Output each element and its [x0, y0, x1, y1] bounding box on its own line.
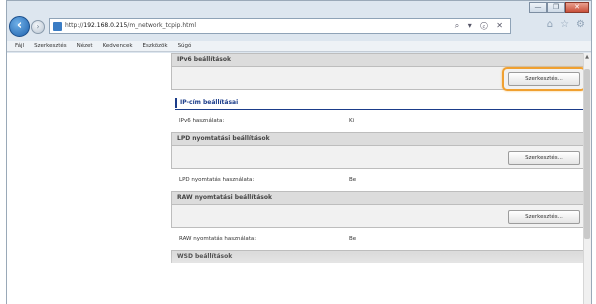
address-bar[interactable]: http://192.168.0.215/m_network_tcpip.htm… [49, 18, 511, 34]
vertical-scrollbar[interactable]: ▲ [583, 53, 591, 304]
lpd-usage-value: Be [349, 177, 357, 183]
raw-button-row: Szerkesztés... [171, 204, 587, 228]
subsection-marker [175, 97, 177, 108]
raw-usage-row: RAW nyomtatás használata: Be [171, 228, 587, 250]
lpd-button-row: Szerkesztés... [171, 145, 587, 169]
ipv6-usage-value: Ki [349, 118, 355, 124]
lpd-section-header: LPD nyomtatási beállítások [171, 132, 587, 145]
home-icon[interactable]: ⌂ [547, 19, 553, 30]
ipv6-button-row: Szerkesztés... [171, 66, 587, 91]
edit-button-highlight [502, 67, 586, 91]
raw-section-header: RAW nyomtatási beállítások [171, 191, 587, 204]
menu-item-help[interactable]: Súgó [178, 41, 192, 51]
forward-arrow-icon[interactable]: › [31, 20, 45, 34]
back-arrow-icon[interactable]: ‹ [9, 16, 30, 37]
maximize-button[interactable]: ❐ [547, 2, 565, 13]
star-icon[interactable]: ☆ [560, 19, 569, 30]
close-window-button[interactable]: ✕ [565, 2, 589, 13]
ip-address-subsection-title: IP-cím beállításai [180, 99, 239, 106]
lpd-edit-button[interactable]: Szerkesztés... [508, 151, 580, 165]
ipv6-usage-row: IPv6 használata: Ki [171, 110, 587, 132]
address-url[interactable]: http://192.168.0.215/m_network_tcpip.htm… [65, 22, 196, 29]
settings-content: IPv6 beállítások Szerkesztés... IP-cím b… [171, 53, 587, 263]
menu-item-edit[interactable]: Szerkesztés [34, 41, 67, 51]
menu-item-file[interactable]: Fájl [15, 41, 24, 51]
raw-usage-label: RAW nyomtatás használata: [179, 236, 257, 242]
site-favicon-icon [53, 22, 62, 31]
url-prefix: http:// [65, 22, 84, 29]
url-path: /m_network_tcpip.html [127, 22, 197, 29]
menu-item-tools[interactable]: Eszközök [143, 41, 168, 51]
wsd-section-header: WSD beállítások [171, 250, 587, 263]
lpd-usage-label: LPD nyomtatás használata: [179, 177, 255, 183]
menu-bar: Fájl Szerkesztés Nézet Kedvencek Eszközö… [7, 41, 591, 52]
address-bar-tools[interactable]: ⌕ ▾ ⓒ ✕ [455, 21, 506, 31]
menu-item-favorites[interactable]: Kedvencek [103, 41, 133, 51]
browser-toolbar-icons: ⌂ ☆ ⚙ [547, 19, 585, 30]
gear-icon[interactable]: ⚙ [576, 19, 585, 30]
raw-edit-button[interactable]: Szerkesztés... [508, 210, 580, 224]
navigation-bar: ‹ › http://192.168.0.215/m_network_tcpip… [7, 14, 591, 40]
ipv6-usage-label: IPv6 használata: [179, 118, 225, 124]
window-caption-buttons: — ❐ ✕ [529, 2, 589, 13]
scroll-up-arrow-icon[interactable]: ▲ [583, 53, 591, 61]
menu-item-view[interactable]: Nézet [77, 41, 93, 51]
minimize-button[interactable]: — [529, 2, 547, 13]
scrollbar-thumb[interactable] [584, 69, 590, 239]
lpd-usage-row: LPD nyomtatás használata: Be [171, 169, 587, 191]
ip-address-subsection: IP-cím beállításai [171, 96, 587, 109]
browser-window: — ❐ ✕ ‹ › http://192.168.0.215/m_network… [6, 0, 592, 304]
page-viewport: IPv6 beállítások Szerkesztés... IP-cím b… [7, 53, 591, 304]
raw-usage-value: Be [349, 236, 357, 242]
url-host: 192.168.0.215 [83, 22, 128, 29]
ipv6-section-header: IPv6 beállítások [171, 53, 587, 66]
